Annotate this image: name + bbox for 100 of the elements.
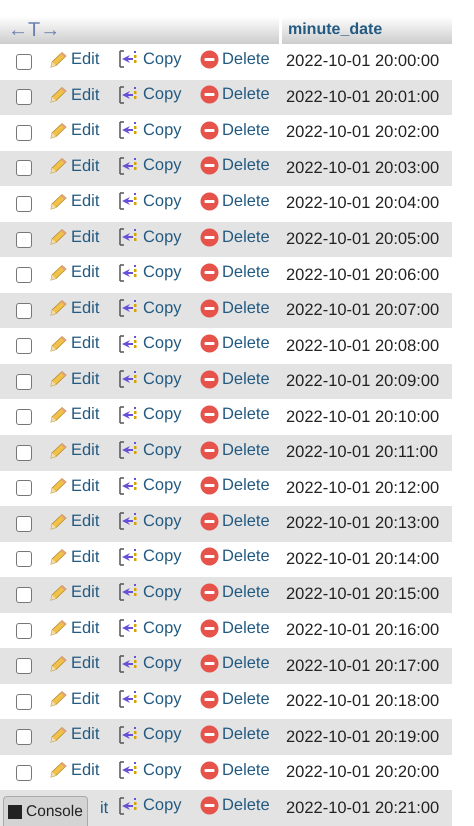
- delete-link[interactable]: Delete: [200, 440, 270, 460]
- copy-link[interactable]: Copy: [118, 191, 182, 212]
- copy-link[interactable]: Copy: [118, 440, 182, 460]
- row-checkbox[interactable]: [16, 338, 32, 354]
- edit-link[interactable]: Edit: [48, 263, 100, 282]
- copy-link[interactable]: Copy: [118, 262, 182, 283]
- edit-link[interactable]: Edit: [48, 192, 100, 212]
- edit-link[interactable]: Edit: [48, 760, 100, 780]
- edit-link[interactable]: Edit: [48, 512, 100, 532]
- copy-link[interactable]: Copy: [118, 404, 182, 425]
- console-button[interactable]: Console: [3, 796, 88, 826]
- date-cell: 2022-10-01 20:13:00: [286, 514, 440, 532]
- edit-link[interactable]: Edit: [48, 441, 100, 460]
- delete-link[interactable]: Delete: [200, 654, 270, 674]
- delete-link[interactable]: Delete: [200, 690, 270, 709]
- delete-link[interactable]: Delete: [200, 263, 270, 282]
- edit-link[interactable]: Edit: [48, 50, 100, 70]
- copy-link[interactable]: Copy: [118, 298, 182, 318]
- copy-link[interactable]: Copy: [118, 724, 182, 745]
- delete-icon: [200, 120, 219, 140]
- row-checkbox[interactable]: [16, 622, 32, 639]
- row-checkbox[interactable]: [16, 764, 32, 781]
- copy-link[interactable]: Copy: [118, 476, 182, 496]
- delete-link[interactable]: Delete: [200, 156, 270, 176]
- pencil-icon: [48, 334, 68, 353]
- edit-link[interactable]: Edit: [48, 405, 100, 424]
- delete-link[interactable]: Delete: [200, 370, 270, 389]
- edit-link[interactable]: Edit: [48, 654, 100, 674]
- edit-link[interactable]: Edit: [48, 370, 100, 389]
- copy-link[interactable]: Copy: [118, 227, 182, 247]
- edit-link[interactable]: Edit: [48, 725, 100, 744]
- edit-link[interactable]: Edit: [48, 476, 100, 496]
- row-checkbox[interactable]: [16, 302, 32, 319]
- row-checkbox[interactable]: [16, 444, 32, 461]
- delete-link[interactable]: Delete: [200, 796, 270, 816]
- delete-link[interactable]: Delete: [200, 192, 270, 211]
- delete-link[interactable]: Delete: [200, 476, 270, 496]
- row-checkbox[interactable]: [16, 267, 32, 284]
- delete-link[interactable]: Delete: [200, 618, 270, 638]
- row-checkbox[interactable]: [16, 54, 32, 70]
- copy-link[interactable]: Copy: [118, 546, 182, 567]
- copy-link[interactable]: Copy: [118, 84, 182, 105]
- delete-link[interactable]: Delete: [200, 298, 270, 318]
- column-arrows[interactable]: ←T→: [8, 18, 60, 42]
- row-checkbox[interactable]: [16, 89, 32, 106]
- copy-link[interactable]: Copy: [118, 689, 182, 710]
- copy-link[interactable]: Copy: [118, 760, 182, 780]
- delete-icon: [200, 85, 219, 104]
- copy-link[interactable]: Copy: [118, 369, 182, 390]
- edit-link[interactable]: Edit: [48, 690, 100, 709]
- row-checkbox[interactable]: [16, 160, 32, 176]
- copy-link[interactable]: Copy: [118, 49, 182, 70]
- row-checkbox[interactable]: [16, 374, 32, 390]
- delete-icon: [200, 796, 219, 816]
- copy-link[interactable]: Copy: [118, 654, 182, 674]
- edit-link[interactable]: Edit: [48, 156, 100, 176]
- edit-link[interactable]: it: [100, 798, 108, 818]
- row-checkbox[interactable]: [16, 124, 32, 141]
- row-checkbox[interactable]: [16, 694, 32, 710]
- row-checkbox[interactable]: [16, 409, 32, 426]
- copy-link[interactable]: Copy: [118, 334, 182, 354]
- row-checkbox[interactable]: [16, 658, 32, 674]
- delete-link[interactable]: Delete: [200, 228, 270, 246]
- delete-link[interactable]: Delete: [200, 547, 270, 566]
- delete-link[interactable]: Delete: [200, 85, 270, 104]
- delete-link[interactable]: Delete: [200, 120, 270, 140]
- edit-link[interactable]: Edit: [48, 334, 100, 354]
- copy-link[interactable]: Copy: [118, 582, 182, 602]
- delete-icon: [200, 228, 219, 246]
- delete-link[interactable]: Delete: [200, 405, 270, 424]
- row-checkbox[interactable]: [16, 516, 32, 532]
- delete-link[interactable]: Delete: [200, 512, 270, 531]
- delete-icon: [200, 618, 219, 638]
- edit-link[interactable]: Edit: [48, 121, 100, 140]
- edit-link[interactable]: Edit: [48, 228, 100, 247]
- row-checkbox[interactable]: [16, 551, 32, 568]
- delete-link[interactable]: Delete: [200, 582, 270, 602]
- copy-link[interactable]: Copy: [118, 156, 182, 176]
- edit-link[interactable]: Edit: [48, 548, 100, 567]
- delete-link[interactable]: Delete: [200, 50, 270, 69]
- delete-link[interactable]: Delete: [200, 725, 270, 744]
- row-checkbox[interactable]: [16, 196, 32, 212]
- column-header[interactable]: minute_date: [282, 16, 452, 44]
- row-checkbox[interactable]: [16, 232, 32, 248]
- copy-link[interactable]: Copy: [118, 511, 182, 532]
- row-checkbox[interactable]: [16, 586, 32, 603]
- edit-link[interactable]: Edit: [48, 86, 100, 105]
- edit-link[interactable]: Edit: [48, 298, 100, 318]
- edit-link[interactable]: Edit: [48, 618, 100, 638]
- row-checkbox[interactable]: [16, 729, 32, 746]
- date-cell: 2022-10-01 20:21:00: [286, 798, 440, 817]
- edit-link[interactable]: Edit: [48, 583, 100, 602]
- delete-icon: [200, 370, 219, 389]
- copy-link[interactable]: Copy: [118, 120, 182, 140]
- copy-link[interactable]: Copy: [118, 618, 182, 638]
- delete-link[interactable]: Delete: [200, 334, 270, 354]
- delete-link[interactable]: Delete: [200, 760, 270, 780]
- row-checkbox[interactable]: [16, 480, 32, 496]
- copy-link[interactable]: Copy: [118, 796, 182, 816]
- delete-icon: [200, 192, 219, 211]
